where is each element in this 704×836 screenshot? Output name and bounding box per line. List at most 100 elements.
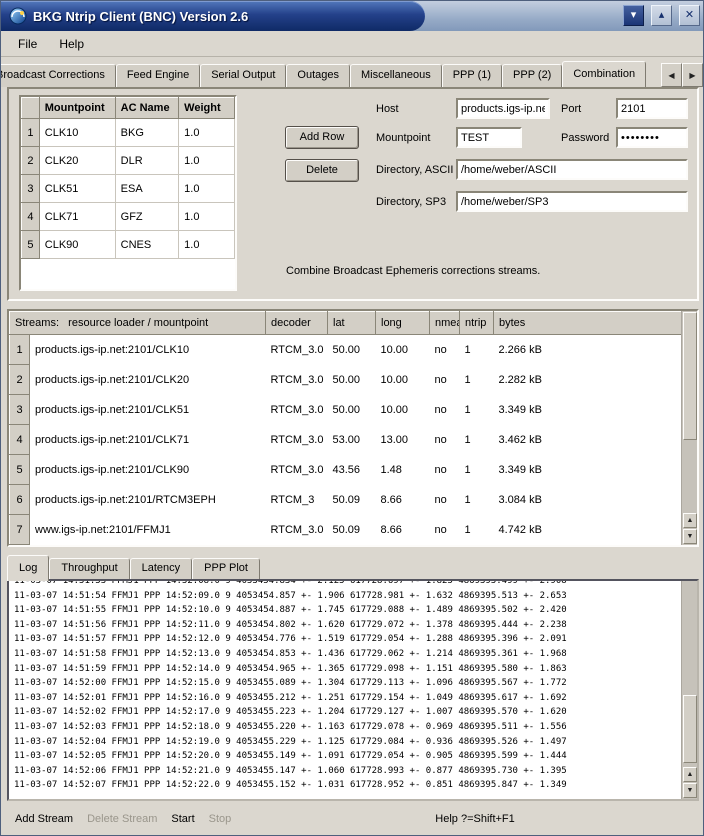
maximize-button[interactable]: ▴ [651, 5, 672, 26]
weight-cell-weight[interactable]: 1.0 [179, 203, 235, 231]
port-input[interactable] [616, 98, 688, 119]
bnc-window: BKG Ntrip Client (BNC) Version 2.6 ▾ ▴ ✕… [0, 0, 704, 836]
menu-help[interactable]: Help [50, 34, 93, 54]
weight-cell-ac-name[interactable]: BKG [115, 119, 179, 147]
streams-header-ntrip[interactable]: ntrip [460, 312, 494, 335]
add-stream-button[interactable]: Add Stream [15, 813, 73, 825]
delete-button[interactable]: Delete [285, 159, 359, 182]
tab-feed-engine[interactable]: Feed Engine [116, 64, 200, 87]
streams-scrollbar[interactable]: ▲ ▼ [681, 311, 697, 545]
weight-cell-weight[interactable]: 1.0 [179, 175, 235, 203]
stream-row[interactable]: 7www.igs-ip.net:2101/FFMJ1RTCM_3.050.098… [10, 515, 682, 545]
streams-header-decoder[interactable]: decoder [266, 312, 328, 335]
row-number: 1 [10, 335, 30, 365]
stream-cell-ntrip: 1 [460, 485, 494, 515]
weight-cell-ac-name[interactable]: GFZ [115, 203, 179, 231]
weight-cell-mountpoint[interactable]: CLK51 [39, 175, 115, 203]
stream-cell-ntrip: 1 [460, 515, 494, 545]
add-row-button[interactable]: Add Row [285, 126, 359, 149]
streams-header-resource[interactable]: Streams: resource loader / mountpoint [10, 312, 266, 335]
tab-miscellaneous[interactable]: Miscellaneous [350, 64, 442, 87]
mountpoint-input[interactable] [456, 127, 522, 148]
weight-cell-mountpoint[interactable]: CLK71 [39, 203, 115, 231]
weight-header-ac-name[interactable]: AC Name [115, 98, 179, 119]
tab-outages[interactable]: Outages [286, 64, 350, 87]
tab-ppp-2[interactable]: PPP (2) [502, 64, 562, 87]
stream-row[interactable]: 6products.igs-ip.net:2101/RTCM3EPHRTCM_3… [10, 485, 682, 515]
stream-cell-decoder: RTCM_3.0 [266, 395, 328, 425]
stream-cell-name: products.igs-ip.net:2101/CLK20 [30, 365, 266, 395]
weight-header-weight[interactable]: Weight [179, 98, 235, 119]
tab-ppp-1[interactable]: PPP (1) [442, 64, 502, 87]
app-icon [9, 7, 27, 25]
stream-cell-long: 10.00 [376, 365, 430, 395]
tab-scroll-left-icon[interactable]: ◀ [661, 63, 682, 87]
stream-row[interactable]: 3products.igs-ip.net:2101/CLK51RTCM_3.05… [10, 395, 682, 425]
stream-row[interactable]: 5products.igs-ip.net:2101/CLK90RTCM_3.04… [10, 455, 682, 485]
log-line: 11-03-07 14:51:53 FFMJ1 PPP 14:52:08.0 9… [14, 579, 679, 589]
streams-header-lat[interactable]: lat [328, 312, 376, 335]
stream-cell-long: 13.00 [376, 425, 430, 455]
corner-header-cell [22, 98, 40, 119]
stream-row[interactable]: 4products.igs-ip.net:2101/CLK71RTCM_3.05… [10, 425, 682, 455]
password-input[interactable] [616, 127, 688, 148]
stream-cell-lat: 50.09 [328, 515, 376, 545]
log-tab-latency[interactable]: Latency [130, 558, 193, 579]
combination-caption: Combine Broadcast Ephemeris corrections … [286, 265, 540, 277]
log-lines: 11-03-07 14:51:53 FFMJ1 PPP 14:52:08.0 9… [14, 579, 679, 793]
streams-header-long[interactable]: long [376, 312, 430, 335]
streams-header-nmea[interactable]: nmea [430, 312, 460, 335]
log-view[interactable]: 11-03-07 14:51:53 FFMJ1 PPP 14:52:08.0 9… [7, 579, 699, 801]
port-label: Port [561, 103, 581, 115]
weight-cell-mountpoint[interactable]: CLK90 [39, 231, 115, 259]
stream-cell-name: products.igs-ip.net:2101/CLK90 [30, 455, 266, 485]
menu-file[interactable]: File [9, 34, 46, 54]
weight-cell-ac-name[interactable]: CNES [115, 231, 179, 259]
stream-cell-decoder: RTCM_3.0 [266, 425, 328, 455]
streams-header-bytes[interactable]: bytes [494, 312, 682, 335]
directory-ascii-input[interactable] [456, 159, 688, 180]
log-tab-throughput[interactable]: Throughput [49, 558, 129, 579]
weight-cell-mountpoint[interactable]: CLK10 [39, 119, 115, 147]
weight-cell-weight[interactable]: 1.0 [179, 231, 235, 259]
tab-serial-output[interactable]: Serial Output [200, 64, 286, 87]
weight-cell-mountpoint[interactable]: CLK20 [39, 147, 115, 175]
main-tabbar: Broadcast CorrectionsFeed EngineSerial O… [1, 61, 704, 87]
stream-cell-lat: 50.00 [328, 395, 376, 425]
stream-cell-nmea: no [430, 365, 460, 395]
minimize-button[interactable]: ▾ [623, 5, 644, 26]
scroll-down-icon[interactable]: ▼ [683, 783, 697, 798]
streams-table: Streams: resource loader / mountpoint de… [9, 311, 682, 545]
log-tab-log[interactable]: Log [7, 555, 49, 581]
weight-table-row: 3CLK51ESA1.0 [22, 175, 235, 203]
streams-scrollbar-thumb[interactable] [683, 312, 697, 440]
log-line: 11-03-07 14:52:02 FFMJ1 PPP 14:52:17.0 9… [14, 705, 679, 720]
weight-cell-ac-name[interactable]: ESA [115, 175, 179, 203]
scroll-up-icon[interactable]: ▲ [683, 513, 697, 528]
tab-combination[interactable]: Combination [562, 61, 646, 87]
close-button[interactable]: ✕ [679, 5, 700, 26]
tab-scroll-right-icon[interactable]: ▶ [682, 63, 703, 87]
stream-cell-bytes: 2.266 kB [494, 335, 682, 365]
stream-cell-decoder: RTCM_3.0 [266, 365, 328, 395]
log-line: 11-03-07 14:52:05 FFMJ1 PPP 14:52:20.0 9… [14, 749, 679, 764]
weight-cell-ac-name[interactable]: DLR [115, 147, 179, 175]
directory-sp3-input[interactable] [456, 191, 688, 212]
log-tabbar: LogThroughputLatencyPPP Plot [7, 555, 260, 579]
stream-row[interactable]: 1products.igs-ip.net:2101/CLK10RTCM_3.05… [10, 335, 682, 365]
weight-cell-weight[interactable]: 1.0 [179, 147, 235, 175]
host-input[interactable] [456, 98, 550, 119]
stream-cell-lat: 50.00 [328, 365, 376, 395]
row-number: 2 [10, 365, 30, 395]
weight-cell-weight[interactable]: 1.0 [179, 119, 235, 147]
scroll-down-icon[interactable]: ▼ [683, 529, 697, 544]
scroll-up-icon[interactable]: ▲ [683, 767, 697, 782]
weight-header-mountpoint[interactable]: Mountpoint [39, 98, 115, 119]
title-pill: BKG Ntrip Client (BNC) Version 2.6 [1, 1, 425, 31]
start-button[interactable]: Start [171, 813, 194, 825]
log-scrollbar-thumb[interactable] [683, 695, 697, 763]
log-tab-ppp-plot[interactable]: PPP Plot [192, 558, 260, 579]
tab-broadcast-corrections[interactable]: Broadcast Corrections [1, 64, 116, 87]
log-scrollbar[interactable]: ▲ ▼ [681, 581, 697, 799]
stream-row[interactable]: 2products.igs-ip.net:2101/CLK20RTCM_3.05… [10, 365, 682, 395]
